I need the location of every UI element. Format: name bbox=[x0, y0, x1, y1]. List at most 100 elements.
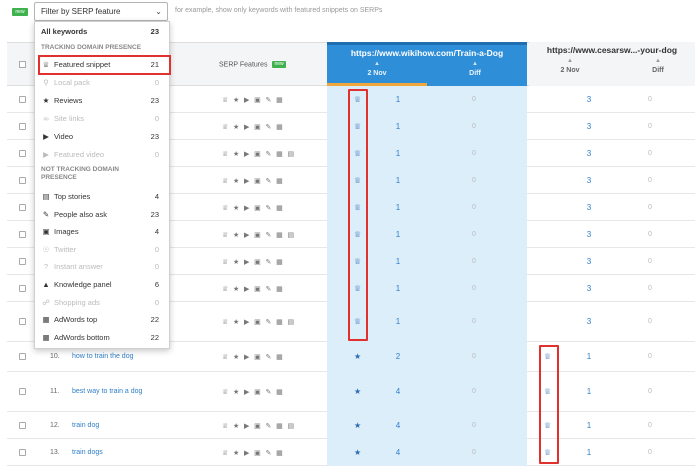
serp-feature-icons: ♕ ★ ▶ ▣ ✎ ▦ bbox=[222, 354, 285, 361]
row-checkbox[interactable] bbox=[19, 388, 26, 395]
row-checkbox[interactable] bbox=[19, 123, 26, 130]
filter-option-people-also-ask[interactable]: ✎ People also ask 23 bbox=[35, 206, 171, 223]
serp-feature-icons: ♕ ★ ▶ ▣ ✎ ▦ bbox=[222, 389, 285, 396]
site-b-position[interactable]: 1 bbox=[583, 448, 595, 457]
site-b-diff[interactable]: Diff bbox=[638, 67, 678, 74]
cart-icon: ☍ bbox=[42, 297, 50, 307]
row-checkbox[interactable] bbox=[19, 231, 26, 238]
site-b-date[interactable]: 2 Nov bbox=[550, 67, 590, 74]
filter-option-all-keywords[interactable]: All keywords 23 bbox=[35, 23, 171, 40]
site-a-position[interactable]: 1 bbox=[392, 149, 404, 158]
site-b-diff-value: 0 bbox=[648, 96, 652, 103]
site-a-position[interactable]: 1 bbox=[392, 257, 404, 266]
link-icon: ∞ bbox=[43, 114, 49, 123]
filter-option-adwords-top[interactable]: ▦ AdWords top 22 bbox=[35, 311, 171, 328]
new-badge: new bbox=[12, 8, 28, 16]
serp-filter-menu: All keywords 23 TRACKING DOMAIN PRESENCE ♕ F… bbox=[34, 21, 171, 349]
filter-option-count: 23 bbox=[150, 27, 159, 36]
filter-option-label: Instant answer bbox=[54, 262, 103, 272]
filter-option-label: Featured video bbox=[54, 150, 105, 159]
row-checkbox[interactable] bbox=[19, 318, 26, 325]
site-a-diff-value: 0 bbox=[472, 96, 476, 103]
filter-option-count: 0 bbox=[154, 297, 159, 307]
site-a-position[interactable]: 1 bbox=[392, 176, 404, 185]
site-a-position[interactable]: 1 bbox=[392, 284, 404, 293]
sort-up-icon[interactable]: ▲ bbox=[550, 58, 590, 64]
keyword-link[interactable]: how to train the dog bbox=[72, 353, 134, 360]
site-b-position[interactable]: 3 bbox=[583, 230, 595, 239]
site-a-diff-value: 0 bbox=[472, 204, 476, 211]
row-checkbox[interactable] bbox=[19, 258, 26, 265]
serp-feature-filter-dropdown[interactable]: Filter by SERP feature ⌄ bbox=[34, 2, 168, 21]
filter-option-label: Site links bbox=[54, 114, 85, 123]
filter-option-adwords-bottom[interactable]: ▦ AdWords bottom 22 bbox=[35, 329, 171, 346]
site-b-position[interactable]: 3 bbox=[583, 176, 595, 185]
filter-option-reviews[interactable]: ★ Reviews 23 bbox=[35, 92, 171, 109]
site-b-diff-value: 0 bbox=[648, 204, 652, 211]
site-a-position[interactable]: 1 bbox=[392, 95, 404, 104]
keyword-link[interactable]: train dog bbox=[72, 422, 99, 429]
site-a-date[interactable]: 2 Nov bbox=[357, 70, 397, 77]
site-a-position[interactable]: 1 bbox=[392, 203, 404, 212]
filter-option-count: 23 bbox=[150, 132, 159, 141]
site-b-position[interactable]: 3 bbox=[583, 203, 595, 212]
row-checkbox[interactable] bbox=[19, 285, 26, 292]
filter-option-video[interactable]: ▶ Video 23 bbox=[35, 128, 171, 145]
row-checkbox[interactable] bbox=[19, 150, 26, 157]
site-b-position[interactable]: 1 bbox=[583, 387, 595, 396]
site-a-position[interactable]: 2 bbox=[392, 352, 404, 361]
site-a-diff-value: 0 bbox=[472, 150, 476, 157]
highlight-box-site-a bbox=[348, 89, 368, 341]
site-a-position[interactable]: 4 bbox=[392, 448, 404, 457]
site-a-diff[interactable]: Diff bbox=[455, 70, 495, 77]
video-icon: ▶ bbox=[43, 150, 49, 159]
row-checkbox[interactable] bbox=[19, 449, 26, 456]
filter-option-images[interactable]: ▣ Images 4 bbox=[35, 223, 171, 240]
filter-option-top-stories[interactable]: ▤ Top stories 4 bbox=[35, 188, 171, 205]
sort-up-icon[interactable]: ▲ bbox=[638, 58, 678, 64]
site-b-position[interactable]: 3 bbox=[583, 317, 595, 326]
select-all-checkbox[interactable] bbox=[19, 61, 26, 68]
site-b-position[interactable]: 3 bbox=[583, 149, 595, 158]
site-a-position[interactable]: 4 bbox=[392, 387, 404, 396]
filter-option-label: Top stories bbox=[54, 192, 91, 201]
keyword-link[interactable]: train dogs bbox=[72, 449, 103, 456]
serp-feature-icons: ♕ ★ ▶ ▣ ✎ ▦ ▤ bbox=[222, 151, 296, 158]
star-icon: ★ bbox=[354, 387, 362, 396]
row-checkbox[interactable] bbox=[19, 422, 26, 429]
site-b-position[interactable]: 3 bbox=[583, 284, 595, 293]
filter-dropdown-label: Filter by SERP feature bbox=[41, 7, 121, 16]
keyword-link[interactable]: best way to train a dog bbox=[72, 388, 142, 395]
site-a-diff-value: 0 bbox=[472, 388, 476, 395]
site-b-position[interactable]: 3 bbox=[583, 122, 595, 131]
site-a-position[interactable]: 4 bbox=[392, 421, 404, 430]
site-a-position[interactable]: 1 bbox=[392, 317, 404, 326]
site-a-position[interactable]: 1 bbox=[392, 230, 404, 239]
filter-option-count: 0 bbox=[154, 78, 159, 87]
filter-option-label: Images bbox=[54, 227, 79, 237]
site-a-diff-value: 0 bbox=[472, 449, 476, 456]
site-b-position[interactable]: 1 bbox=[583, 421, 595, 430]
row-checkbox[interactable] bbox=[19, 204, 26, 211]
sort-up-icon[interactable]: ▲ bbox=[455, 61, 495, 67]
filter-option-twitter: ☉ Twitter 0 bbox=[35, 241, 171, 258]
row-checkbox[interactable] bbox=[19, 353, 26, 360]
site-b-diff-value: 0 bbox=[648, 388, 652, 395]
site-b-position[interactable]: 3 bbox=[583, 257, 595, 266]
filter-option-label: Reviews bbox=[54, 96, 83, 105]
row-checkbox[interactable] bbox=[19, 177, 26, 184]
filter-option-knowledge-panel[interactable]: ▲ Knowledge panel 6 bbox=[35, 276, 171, 293]
sort-up-icon[interactable]: ▲ bbox=[357, 61, 397, 67]
site-b-position[interactable]: 1 bbox=[583, 352, 595, 361]
filter-option-label: Video bbox=[54, 132, 74, 141]
filter-option-count: 4 bbox=[154, 227, 159, 237]
star-icon: ★ bbox=[354, 448, 362, 457]
row-checkbox[interactable] bbox=[19, 96, 26, 103]
site-a-diff-value: 0 bbox=[472, 123, 476, 130]
filter-option-site-links: ∞ Site links 0 bbox=[35, 110, 171, 127]
table-row: 13. train dogs ♕ ★ ▶ ▣ ✎ ▦ ★ 4 0 ♕ 1 0 bbox=[7, 439, 695, 466]
site-a-position[interactable]: 1 bbox=[392, 122, 404, 131]
site-b-position[interactable]: 3 bbox=[583, 95, 595, 104]
serp-feature-icons: ♕ ★ ▶ ▣ ✎ ▦ ▤ bbox=[222, 232, 296, 239]
serp-features-header: SERP Features new bbox=[219, 61, 286, 68]
